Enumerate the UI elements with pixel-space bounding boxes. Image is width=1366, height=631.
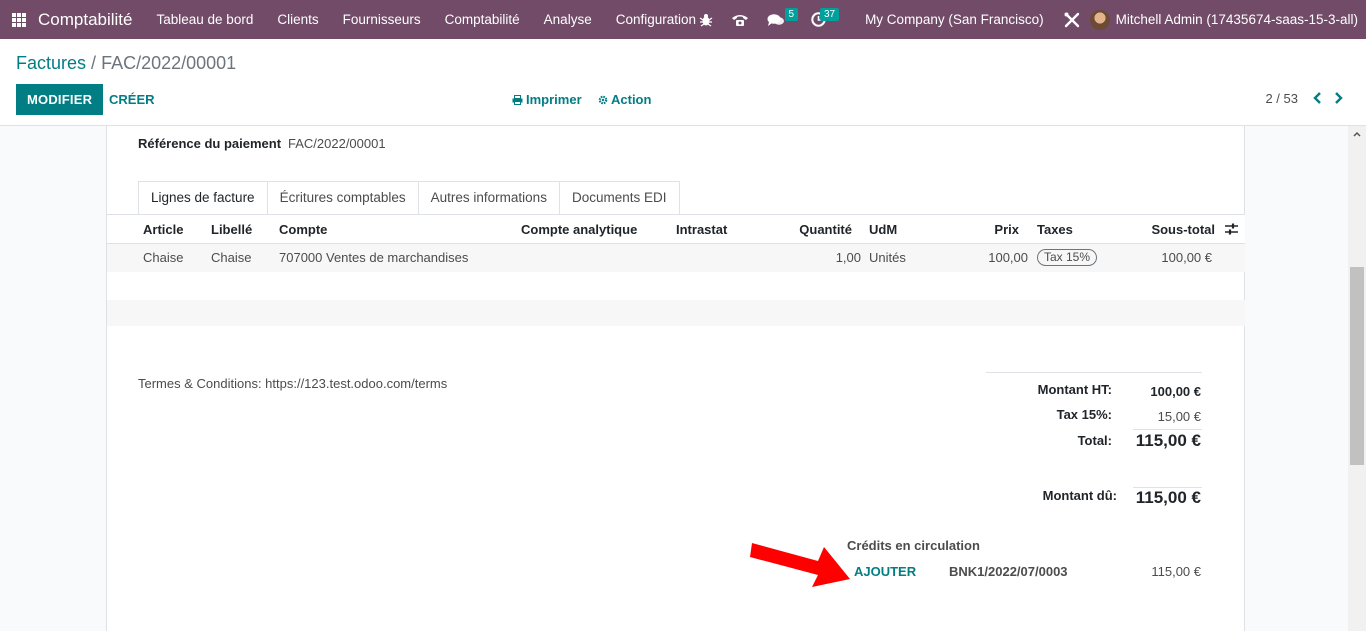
cell-uom: Unités [869,250,906,265]
notebook-tabs: Lignes de facture Écritures comptables A… [138,181,680,215]
payment-reference-label: Référence du paiement [138,136,282,151]
menu-customers[interactable]: Clients [265,0,330,39]
col-article[interactable]: Article [143,222,183,237]
total-divider [1133,429,1202,430]
scrollbar[interactable] [1348,126,1366,631]
gear-icon [598,95,608,104]
outstanding-credits-title: Crédits en circulation [847,538,980,553]
amount-due-value: 115,00 € [1135,488,1201,507]
edit-button[interactable]: MODIFIER [16,84,104,115]
tax-amount-label: Tax 15%: [1056,407,1112,422]
chat-icon[interactable]: 5 [758,0,799,39]
cell-quantity: 1,00 [835,250,861,265]
menu-reporting[interactable]: Analyse [532,0,604,39]
payment-reference-value: FAC/2022/00001 [288,136,386,151]
activities-badge: 37 [819,8,840,21]
credit-reference: BNK1/2022/07/0003 [949,564,1068,579]
phone-icon[interactable] [722,0,758,39]
cell-label: Chaise [211,250,252,265]
col-subtotal[interactable]: Sous-total [1115,222,1215,237]
tab-edi-documents[interactable]: Documents EDI [559,181,680,215]
col-taxes[interactable]: Taxes [1037,222,1073,237]
menu-accounting[interactable]: Comptabilité [433,0,532,39]
systray: 5 37 My Company (San Francisco) Mitchell… [690,0,1366,39]
action-label: Action [611,92,652,107]
total-label: Total: [1077,433,1112,448]
credit-amount: 115,00 € [1151,564,1201,579]
form-sheet: Référence du paiement FAC/2022/00001 Lig… [106,126,1245,631]
user-menu[interactable]: Mitchell Admin (17435674-saas-15-3-all) [1116,12,1358,27]
totals-divider [986,372,1202,373]
clock-icon[interactable]: 37 [802,0,840,39]
pager-previous-button[interactable] [1308,87,1326,109]
col-account[interactable]: Compte [279,222,327,237]
empty-row [107,300,1245,326]
messages-badge: 5 [784,8,799,21]
cell-article: Chaise [143,250,184,265]
tax-tag: Tax 15% [1037,249,1098,266]
breadcrumb: Factures / FAC/2022/00001 [16,53,236,74]
tax-amount-value: 15,00 € [1157,409,1201,424]
cell-subtotal: 100,00 € [1161,250,1212,265]
col-analytic-account[interactable]: Compte analytique [521,222,637,237]
create-button[interactable]: CRÉER [109,84,155,115]
untaxed-amount-label: Montant HT: [1037,382,1112,397]
print-label: Imprimer [526,92,582,107]
apps-grid-icon[interactable] [12,12,26,27]
company-switcher[interactable]: My Company (San Francisco) [865,12,1044,27]
print-button[interactable]: Imprimer [512,84,582,115]
col-label[interactable]: Libellé [211,222,252,237]
terms-conditions: Termes & Conditions: https://123.test.od… [138,376,448,391]
avatar[interactable] [1089,9,1110,30]
breadcrumb-current: FAC/2022/00001 [101,53,237,73]
annotation-arrow [750,543,850,587]
cell-price: 100,00 [988,250,1028,265]
amount-due-label: Montant dû: [1042,488,1117,503]
col-uom[interactable]: UdM [869,222,897,237]
chevron-left-icon [1312,92,1321,104]
total-value: 115,00 € [1135,431,1201,450]
tab-invoice-lines[interactable]: Lignes de facture [138,181,268,215]
action-button[interactable]: Action [598,84,651,115]
untaxed-amount-value: 100,00 € [1150,384,1201,399]
optional-columns-icon[interactable] [1225,223,1238,238]
scroll-thumb[interactable] [1350,267,1364,465]
print-icon [512,94,523,105]
menu-dashboard[interactable]: Tableau de bord [145,0,266,39]
invoice-lines-header: Article Libellé Compte Compte analytique… [107,214,1245,244]
tab-journal-items[interactable]: Écritures comptables [267,181,419,215]
col-intrastat[interactable]: Intrastat [676,222,727,237]
app-name[interactable]: Comptabilité [38,10,133,30]
table-row[interactable]: Chaise Chaise 707000 Ventes de marchandi… [107,244,1245,272]
col-quantity[interactable]: Quantité [752,222,852,237]
chevron-right-icon [1334,92,1343,104]
cell-account: 707000 Ventes de marchandises [279,250,469,265]
pager-value[interactable]: 2 / 53 [1265,91,1298,106]
add-credit-button[interactable]: AJOUTER [854,564,916,579]
pager-next-button[interactable] [1329,87,1347,109]
tab-other-info[interactable]: Autres informations [418,181,560,215]
bug-icon[interactable] [690,0,722,39]
scroll-up-icon[interactable] [1348,126,1366,142]
breadcrumb-separator: / [91,53,97,73]
tools-icon[interactable] [1054,0,1090,39]
menu-vendors[interactable]: Fournisseurs [331,0,433,39]
col-price[interactable]: Prix [919,222,1019,237]
control-panel: Factures / FAC/2022/00001 MODIFIER CRÉER… [0,39,1366,126]
breadcrumb-invoices-link[interactable]: Factures [16,53,86,73]
top-navbar: Comptabilité Tableau de bord Clients Fou… [0,0,1366,39]
